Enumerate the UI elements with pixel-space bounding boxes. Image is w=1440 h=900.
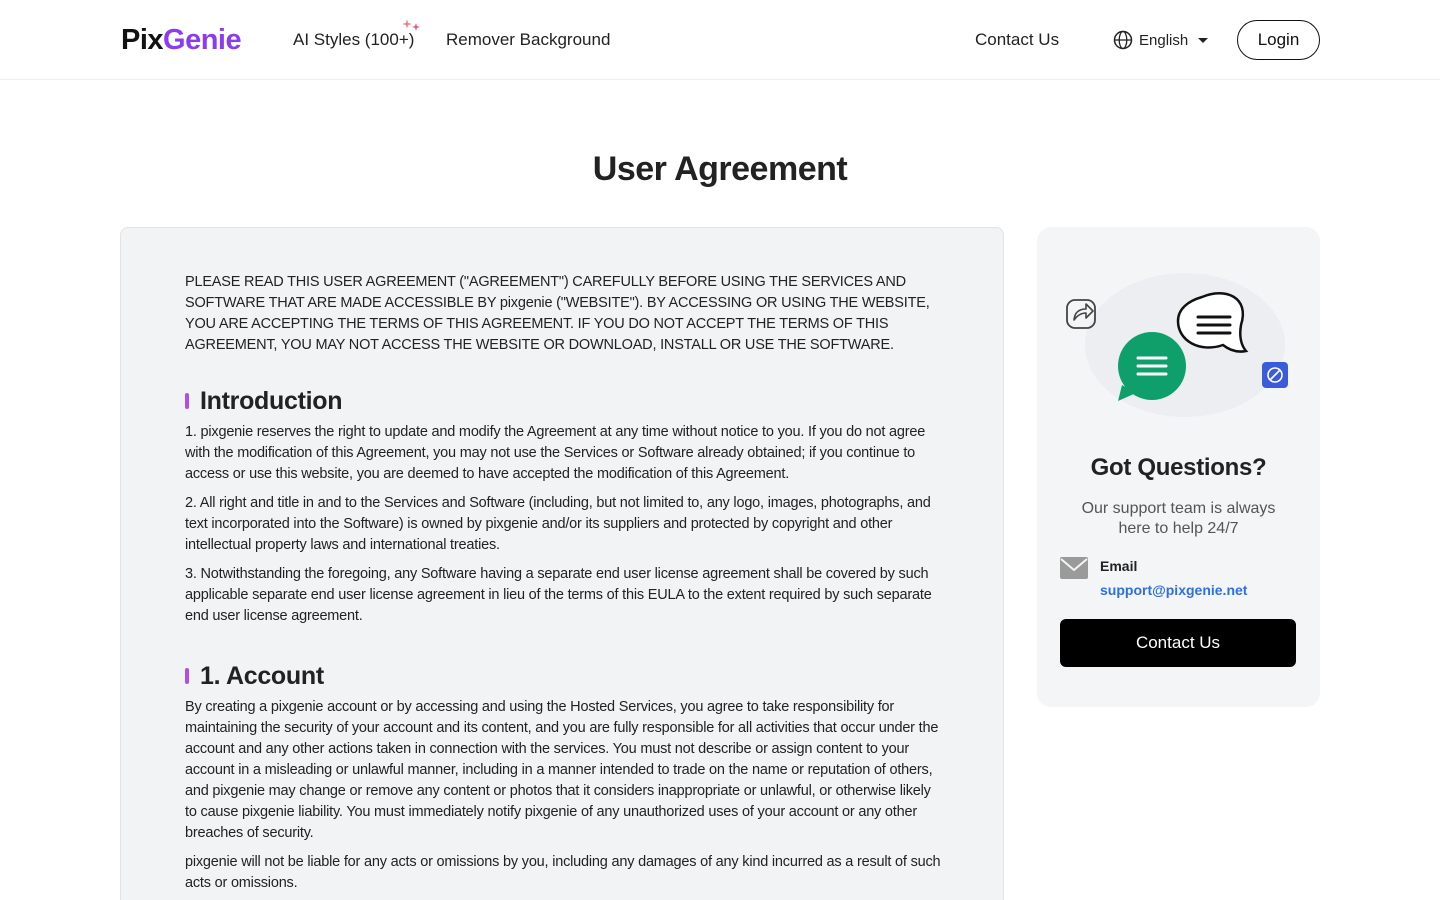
top-navigation: PixGenie AI Styles (100+) Remover Backgr…: [0, 0, 1440, 80]
support-title: Got Questions?: [1090, 454, 1267, 481]
support-email-link[interactable]: support@pixgenie.net: [1100, 582, 1247, 598]
pixgenie-logo[interactable]: PixGenie: [121, 22, 242, 58]
language-label: English: [1139, 31, 1189, 49]
logo-text-pix: Pix: [121, 24, 164, 56]
page-title: User Agreement: [592, 150, 848, 188]
globe-icon: [1113, 30, 1133, 50]
agreement-content-panel: PLEASE READ THIS USER AGREEMENT ("AGREEM…: [120, 227, 1004, 900]
section-paragraph: 3. Notwithstanding the foregoing, any So…: [185, 566, 932, 624]
nav-contact-us-link[interactable]: Contact Us: [975, 29, 1059, 51]
chat-bubbles-illustration: [1066, 273, 1288, 417]
section-heading-introduction: Introduction: [185, 386, 945, 416]
nav-ai-styles-link[interactable]: AI Styles (100+): [293, 29, 414, 51]
chevron-down-icon: [1198, 37, 1209, 43]
agreement-intro-paragraph: PLEASE READ THIS USER AGREEMENT ("AGREEM…: [185, 274, 930, 353]
section-heading-account: 1. Account: [185, 661, 945, 691]
agreement-text-container: PLEASE READ THIS USER AGREEMENT ("AGREEM…: [185, 272, 945, 900]
support-subtitle: Our support team is always here to help …: [1081, 500, 1276, 537]
nav-remover-background-link[interactable]: Remover Background: [446, 29, 610, 51]
email-label: Email: [1100, 558, 1138, 574]
login-button[interactable]: Login: [1237, 20, 1320, 60]
section-title: 1. Account: [200, 662, 324, 690]
mail-icon: [1060, 557, 1088, 579]
section-paragraph: 1. pixgenie reserves the right to update…: [185, 424, 926, 482]
section-accent-bar: [185, 393, 189, 409]
logo-text-genie: Genie: [163, 24, 242, 56]
section-title: Introduction: [200, 387, 343, 415]
sparkle-icon: [402, 19, 420, 31]
section-paragraph: By creating a pixgenie account or by acc…: [185, 699, 939, 841]
section-accent-bar: [185, 668, 189, 684]
language-selector[interactable]: English: [1113, 29, 1209, 51]
section-paragraph: 2. All right and title in and to the Ser…: [185, 495, 931, 553]
section-paragraph: pixgenie will not be liable for any acts…: [185, 854, 941, 891]
support-card: Got Questions? Our support team is alway…: [1037, 227, 1320, 707]
edit-icon: [1262, 362, 1288, 388]
contact-us-button[interactable]: Contact Us: [1060, 619, 1296, 667]
